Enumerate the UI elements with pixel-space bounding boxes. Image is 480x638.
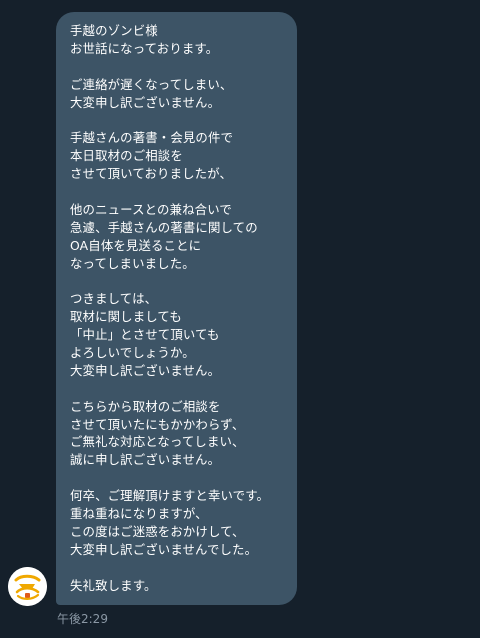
message-line: 大変申し訳ございません。: [70, 94, 221, 110]
message-line: ご連絡が遅くなってしまい、: [70, 76, 233, 92]
message-paragraph: つきましては、 取材に関しましても 「中止」とさせて頂いても よろしいでしょうか…: [70, 290, 297, 379]
message-line: お世話になっております。: [70, 40, 219, 56]
sender-logo-icon: [8, 567, 47, 606]
message-line: 他のニュースとの兼ね合いで: [70, 201, 232, 217]
message-line: こちらから取材のご相談を: [70, 398, 221, 414]
message-line: 本日取材のご相談を: [70, 148, 183, 164]
message-line: 誠に申し訳ございません。: [70, 452, 221, 468]
message-line: よろしいでしょうか。: [70, 345, 195, 361]
message-paragraph: 何卒、ご理解頂けますと幸いです。 重ね重ねになりますが、 この度はご迷惑をおかけ…: [70, 487, 297, 559]
message-line: つきましては、: [70, 291, 158, 307]
message-line: 重ね重ねになりますが、: [70, 506, 208, 522]
message-line: 大変申し訳ございません。: [70, 362, 221, 378]
message-paragraph: 失礼致します。: [70, 577, 297, 595]
avatar[interactable]: [8, 567, 47, 606]
message-line: 急遽、手越さんの著書に関しての: [70, 219, 258, 235]
message-line: 手越のゾンビ様: [70, 23, 158, 38]
message-line: なってしまいました。: [70, 255, 195, 271]
message-line: この度はご迷惑をおかけして、: [70, 523, 245, 539]
message-paragraph: こちらから取材のご相談を させて頂いたにもかかわらず、 ご無礼な対応となってしま…: [70, 398, 297, 470]
message-line: 何卒、ご理解頂けますと幸いです。: [70, 488, 270, 504]
message-paragraph: 他のニュースとの兼ね合いで 急遽、手越さんの著書に関しての OA自体を見送ること…: [70, 201, 297, 273]
message-line: 大変申し訳ございませんでした。: [70, 541, 258, 557]
message-timestamp: 午後2:29: [57, 612, 108, 626]
message-line: ご無礼な対応となってしまい、: [70, 434, 245, 450]
message-line: 手越さんの著書・会見の件で: [70, 130, 234, 146]
message-line: させて頂いたにもかかわらず、: [70, 416, 245, 432]
message-line: 失礼致します。: [70, 577, 157, 593]
message-paragraph: 手越のゾンビ様 お世話になっております。: [70, 22, 297, 58]
message-line: 取材に関しましても: [70, 309, 182, 325]
message-line: OA自体を見送ることに: [70, 237, 202, 253]
message-paragraph: ご連絡が遅くなってしまい、 大変申し訳ございません。: [70, 76, 297, 112]
message-paragraph: 手越さんの著書・会見の件で 本日取材のご相談を させて頂いておりましたが、: [70, 129, 297, 183]
message-line: 「中止」とさせて頂いても: [70, 327, 220, 343]
message-bubble[interactable]: 手越のゾンビ様 お世話になっております。 ご連絡が遅くなってしまい、 大変申し訳…: [56, 12, 297, 605]
message-line: させて頂いておりましたが、: [70, 166, 233, 182]
